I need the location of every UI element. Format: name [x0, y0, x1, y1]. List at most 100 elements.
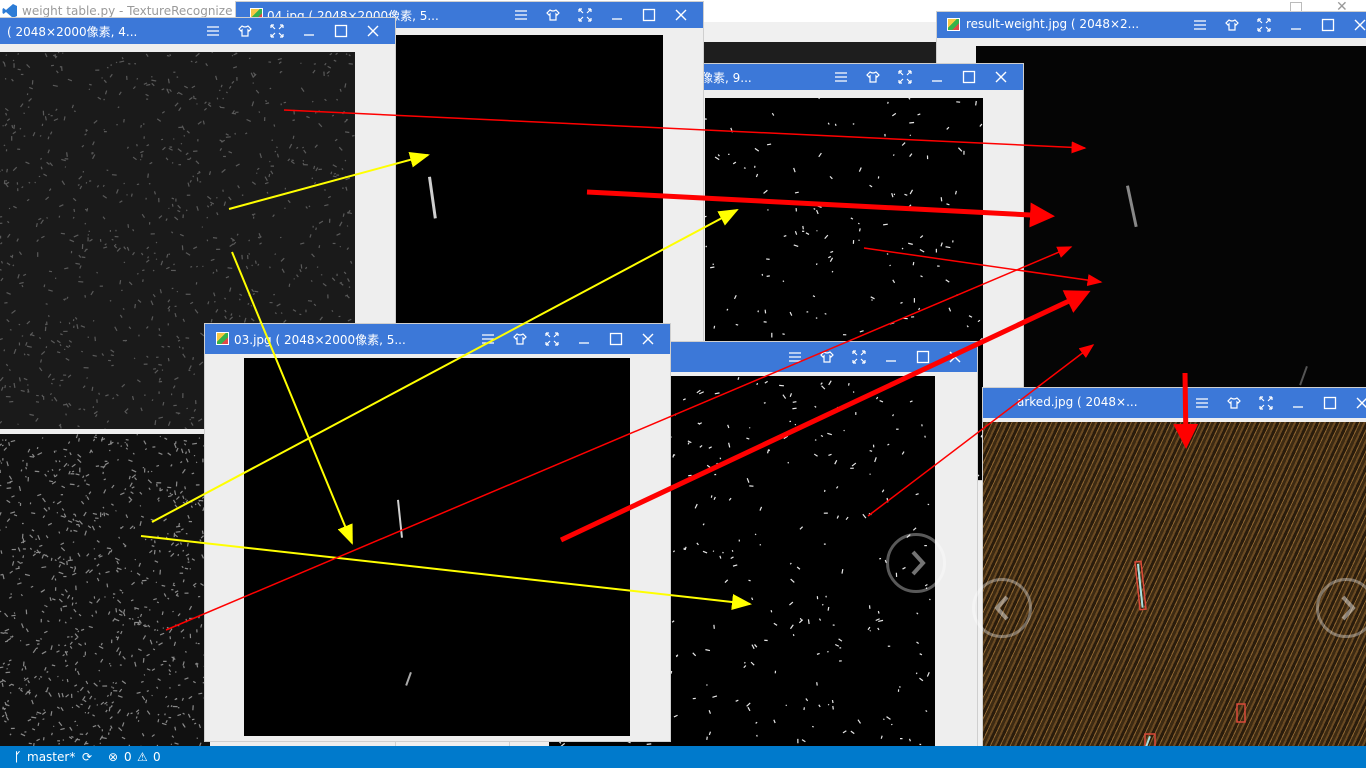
window-controls — [472, 324, 664, 354]
minimize-button[interactable] — [293, 18, 325, 44]
fullscreen-button[interactable] — [261, 18, 293, 44]
close-button[interactable] — [1344, 12, 1366, 38]
minimize-icon — [579, 342, 589, 344]
skin-button[interactable] — [229, 18, 261, 44]
skin-button[interactable] — [1216, 12, 1248, 38]
fullscreen-button[interactable] — [843, 344, 875, 370]
maximize-button[interactable] — [953, 64, 985, 90]
window-marked[interactable]: arked.jpg ( 2048×... — [983, 388, 1366, 768]
maximize-icon — [642, 8, 656, 22]
menu-icon — [482, 334, 494, 344]
window-marked-image — [983, 422, 1366, 768]
next-image-button[interactable] — [886, 533, 946, 593]
minimize-icon — [932, 80, 942, 82]
minimize-button[interactable] — [1282, 390, 1314, 416]
vscode-icon — [2, 4, 17, 18]
close-icon — [642, 333, 654, 345]
title-bar[interactable]: result-weight.jpg ( 2048×2... — [937, 12, 1366, 38]
close-button[interactable] — [632, 326, 664, 352]
skin-icon — [546, 9, 560, 21]
close-button[interactable] — [985, 64, 1017, 90]
skin-icon — [513, 333, 527, 345]
branch-icon: ᚴ — [14, 750, 22, 764]
fullscreen-button[interactable] — [569, 2, 601, 28]
close-icon — [1356, 397, 1366, 409]
menu-icon — [207, 26, 219, 36]
maximize-icon — [962, 70, 976, 84]
window-controls — [1184, 12, 1366, 38]
editor-background — [700, 42, 940, 64]
menu-button[interactable] — [505, 2, 537, 28]
fullscreen-icon — [1257, 18, 1271, 32]
window-left-image-bottom — [0, 433, 211, 746]
menu-button[interactable] — [1184, 12, 1216, 38]
menu-icon — [1194, 20, 1206, 30]
fullscreen-button[interactable] — [1248, 12, 1280, 38]
window-controls — [779, 342, 971, 372]
minimize-icon — [886, 360, 896, 362]
minimize-button[interactable] — [921, 64, 953, 90]
close-icon — [949, 351, 961, 363]
window-03[interactable]: 03.jpg ( 2048×2000像素, 5... — [205, 324, 670, 741]
menu-icon — [835, 72, 847, 82]
window-title: 像素, 9... — [701, 71, 752, 85]
minimize-button[interactable] — [601, 2, 633, 28]
menu-button[interactable] — [197, 18, 229, 44]
fullscreen-icon — [898, 70, 912, 84]
close-button[interactable] — [939, 344, 971, 370]
skin-icon — [1225, 19, 1239, 31]
close-button[interactable] — [357, 18, 389, 44]
minimize-button[interactable] — [1280, 12, 1312, 38]
window-title: arked.jpg ( 2048×... — [1017, 395, 1138, 409]
menu-button[interactable] — [1186, 390, 1218, 416]
maximize-button[interactable] — [1312, 12, 1344, 38]
window-controls — [197, 18, 389, 44]
close-button[interactable] — [1346, 390, 1366, 416]
warning-icon: ⚠ — [137, 750, 148, 764]
close-button[interactable] — [665, 2, 697, 28]
skin-button[interactable] — [811, 344, 843, 370]
menu-button[interactable] — [472, 326, 504, 352]
title-bar[interactable]: 像素, 9... — [675, 64, 1023, 90]
menu-icon — [789, 352, 801, 362]
close-icon — [675, 9, 687, 21]
minimize-button[interactable] — [875, 344, 907, 370]
fullscreen-button[interactable] — [1250, 390, 1282, 416]
window-controls — [505, 2, 697, 28]
maximize-icon — [1321, 18, 1335, 32]
close-icon — [995, 71, 1007, 83]
skin-button[interactable] — [1218, 390, 1250, 416]
skin-button[interactable] — [504, 326, 536, 352]
skin-button[interactable] — [857, 64, 889, 90]
sync-icon[interactable]: ⟳ — [82, 746, 92, 768]
maximize-icon — [916, 350, 930, 364]
fullscreen-button[interactable] — [889, 64, 921, 90]
fullscreen-button[interactable] — [536, 326, 568, 352]
menu-button[interactable] — [779, 344, 811, 370]
menu-button[interactable] — [825, 64, 857, 90]
fullscreen-icon — [545, 332, 559, 346]
maximize-button[interactable] — [1314, 390, 1346, 416]
title-bar[interactable]: ( 2048×2000像素, 4... — [0, 18, 395, 44]
skin-button[interactable] — [537, 2, 569, 28]
image-content — [397, 499, 412, 686]
result-weight-image — [976, 46, 1366, 402]
branch-label[interactable]: master* — [27, 746, 75, 768]
title-bar[interactable]: 03.jpg ( 2048×2000像素, 5... — [205, 324, 670, 354]
prev-image-button[interactable] — [972, 578, 1032, 638]
menu-icon — [515, 10, 527, 20]
maximize-button[interactable] — [600, 326, 632, 352]
maximize-icon — [334, 24, 348, 38]
error-count[interactable]: 0 — [124, 746, 132, 768]
minimize-icon — [1293, 406, 1303, 408]
fullscreen-icon — [1259, 396, 1273, 410]
warning-count[interactable]: 0 — [153, 746, 161, 768]
minimize-button[interactable] — [568, 326, 600, 352]
image-viewer-icon — [216, 332, 229, 345]
maximize-button[interactable] — [325, 18, 357, 44]
image-content — [1134, 560, 1246, 761]
maximize-button[interactable] — [907, 344, 939, 370]
maximize-button[interactable] — [633, 2, 665, 28]
title-bar[interactable]: arked.jpg ( 2048×... — [983, 388, 1366, 418]
image-content — [1126, 185, 1308, 386]
